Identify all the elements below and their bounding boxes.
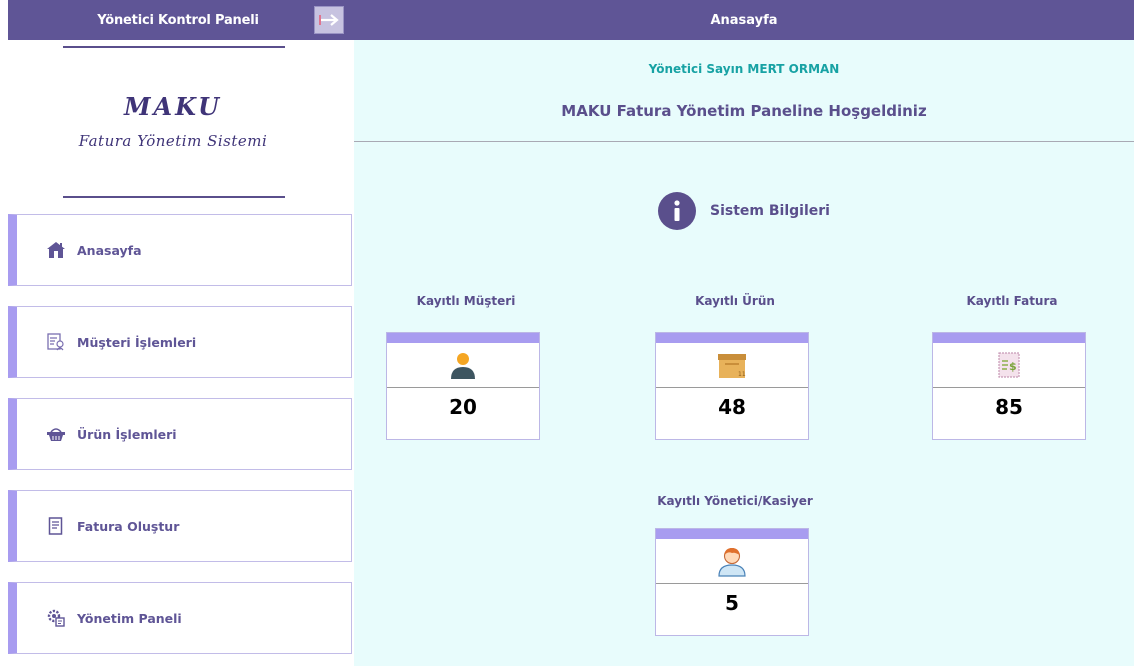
invoice-icon xyxy=(45,515,67,537)
stat-value-invoices: 85 xyxy=(995,395,1023,419)
home-icon xyxy=(45,239,67,261)
stat-label-admins: Kayıtlı Yönetici/Kasiyer xyxy=(657,494,813,508)
basket-icon xyxy=(45,423,67,445)
card-accent-strip xyxy=(656,529,808,539)
logo-divider-top xyxy=(63,46,285,48)
card-accent-strip xyxy=(933,333,1085,343)
stat-label-invoices: Kayıtlı Fatura xyxy=(966,294,1058,308)
sidebar: MAKU Fatura Yönetim Sistemi Anasayfa Müş… xyxy=(8,40,354,666)
system-info-title: Sistem Bilgileri xyxy=(710,203,830,219)
customer-list-icon xyxy=(45,331,67,353)
admin-gear-icon xyxy=(45,607,67,629)
sidebar-item-fatura-olustur[interactable]: Fatura Oluştur xyxy=(8,490,352,562)
stat-card-invoices: $ 85 xyxy=(932,332,1086,440)
user-icon xyxy=(451,353,475,379)
sidebar-item-musteri-islemleri[interactable]: Müşteri İşlemleri xyxy=(8,306,352,378)
sidebar-item-label: Yönetim Paneli xyxy=(77,610,182,626)
svg-text:11: 11 xyxy=(738,371,746,378)
greeting-text: Yönetici Sayın MERT ORMAN xyxy=(648,62,840,76)
stat-value-products: 48 xyxy=(718,395,746,419)
sidebar-item-label: Fatura Oluştur xyxy=(77,518,180,534)
card-accent-strip xyxy=(387,333,539,343)
top-bar: Yönetici Kontrol Paneli Anasayfa xyxy=(8,0,1134,40)
logo-title: MAKU xyxy=(123,92,223,121)
card-divider xyxy=(387,387,539,388)
stat-value-admins: 5 xyxy=(725,591,739,615)
sidebar-item-label: Ürün İşlemleri xyxy=(77,426,177,442)
logo-subtitle: Fatura Yönetim Sistemi xyxy=(78,132,268,150)
card-divider xyxy=(656,583,808,584)
info-icon xyxy=(658,192,696,230)
stat-card-products: 11 48 xyxy=(655,332,809,440)
stat-card-customers: 20 xyxy=(386,332,540,440)
sidebar-item-label: Müşteri İşlemleri xyxy=(77,334,197,350)
system-info-header: Sistem Bilgileri xyxy=(658,192,830,230)
sidebar-item-label: Anasayfa xyxy=(77,242,142,258)
page-title: Anasayfa xyxy=(710,12,778,28)
sidebar-item-urun-islemleri[interactable]: Ürün İşlemleri xyxy=(8,398,352,470)
card-accent-strip xyxy=(656,333,808,343)
stat-value-customers: 20 xyxy=(449,395,477,419)
logo-divider-bottom xyxy=(63,196,285,198)
stat-label-products: Kayıtlı Ürün xyxy=(695,294,775,308)
box-icon: 11 xyxy=(718,354,746,378)
stat-card-admins: 5 xyxy=(655,528,809,636)
card-divider xyxy=(656,387,808,388)
svg-text:$: $ xyxy=(1009,360,1017,373)
sidebar-toggle-button[interactable] xyxy=(314,6,344,34)
sidebar-item-yonetim-paneli[interactable]: Yönetim Paneli xyxy=(8,582,352,654)
arrow-right-icon xyxy=(319,14,339,26)
panel-title: Yönetici Kontrol Paneli xyxy=(97,12,259,28)
cashier-icon xyxy=(718,547,746,577)
card-divider xyxy=(933,387,1085,388)
sidebar-item-anasayfa[interactable]: Anasayfa xyxy=(8,214,352,286)
receipt-icon: $ xyxy=(998,352,1020,378)
welcome-heading: MAKU Fatura Yönetim Paneline Hoşgeldiniz xyxy=(561,102,927,120)
stat-label-customers: Kayıtlı Müşteri xyxy=(416,294,516,308)
main-content: Yönetici Sayın MERT ORMAN MAKU Fatura Yö… xyxy=(354,40,1134,666)
header-divider xyxy=(354,141,1134,142)
